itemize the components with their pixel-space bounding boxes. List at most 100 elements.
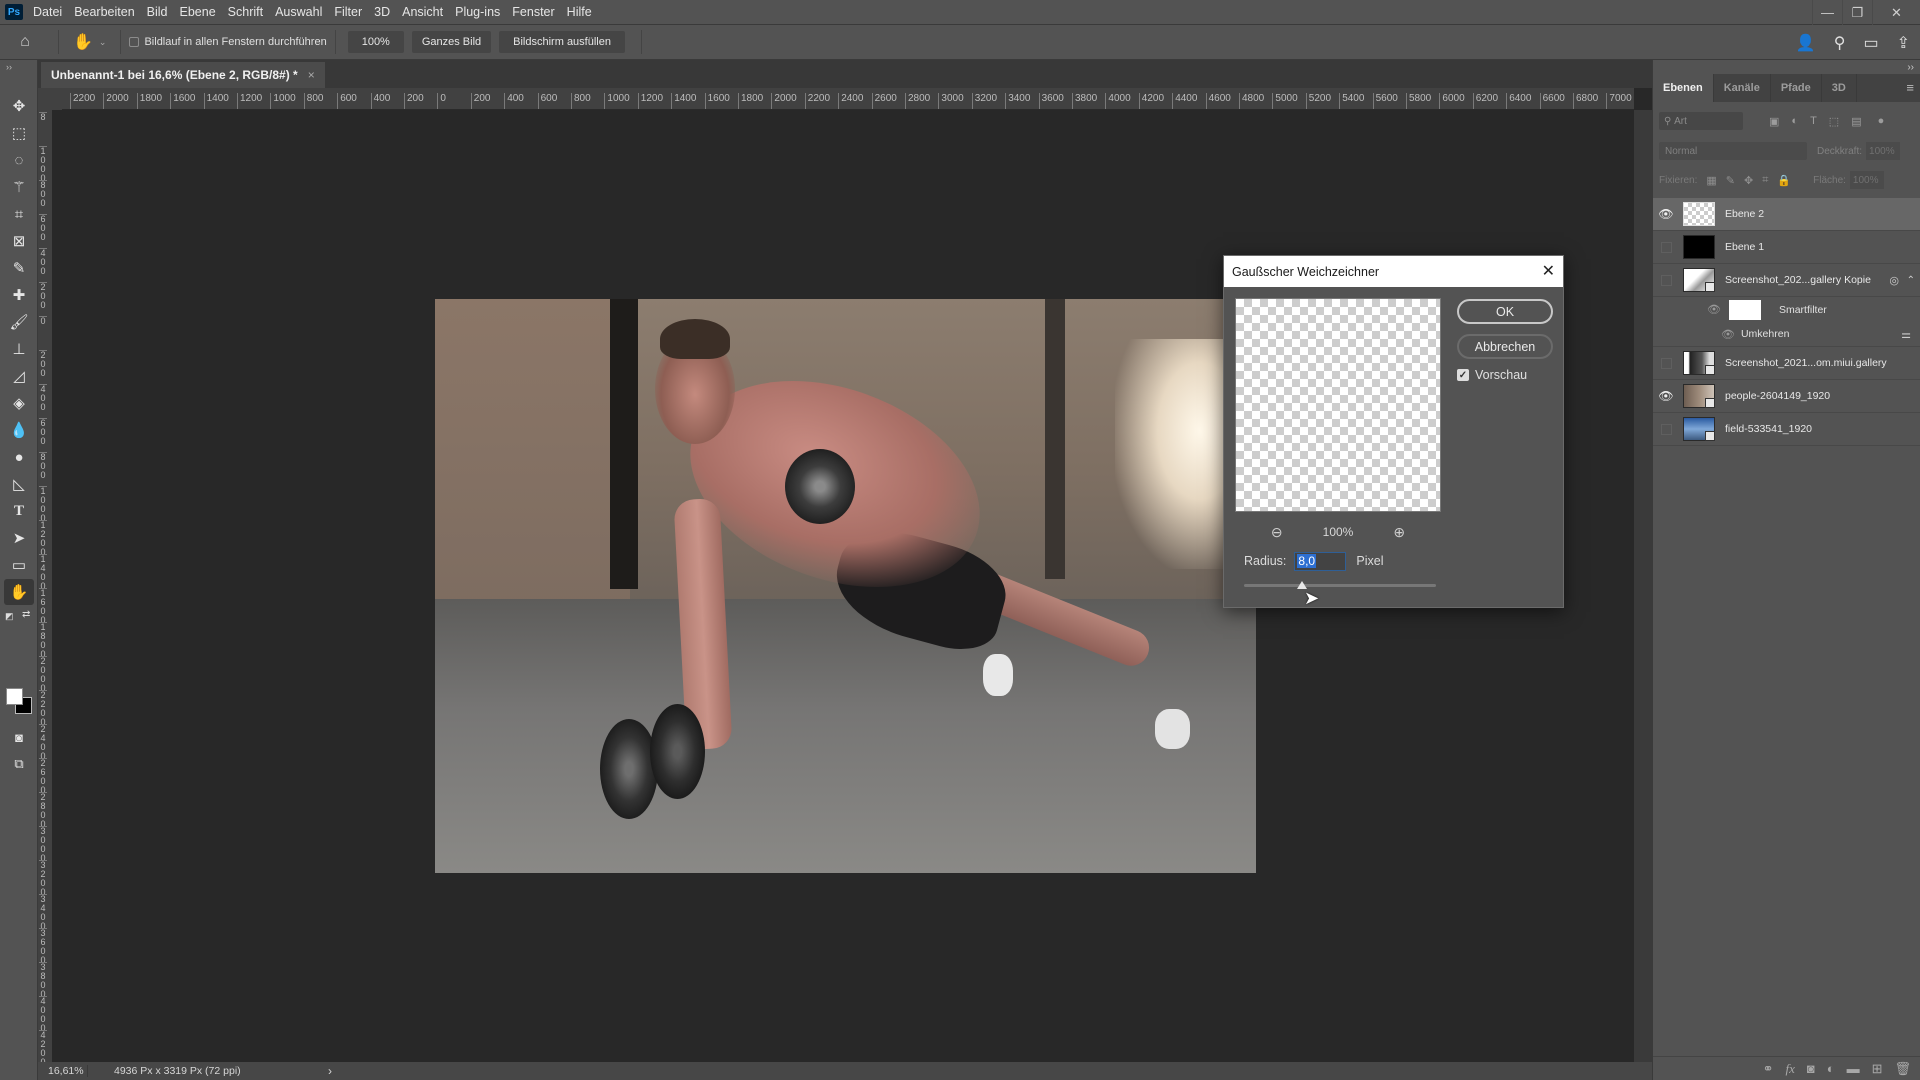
menu-fenster[interactable]: Fenster [512,5,554,19]
layer-row[interactable]: 👁 people-2604149_1920 [1653,380,1920,413]
ok-button[interactable]: OK [1457,299,1553,324]
visibility-eye-icon[interactable]: 👁 [1721,328,1735,341]
home-icon[interactable]: ⌂ [0,33,50,51]
pixel-filter-icon[interactable]: ▣ [1769,115,1779,128]
opacity-input[interactable]: 100% [1866,142,1901,160]
horizontal-ruler[interactable]: 2200 2000 1800 1600 1400 1200 1000 800 600 400 200… [62,88,1634,110]
screen-mode-icon[interactable]: ⧉ [4,751,34,777]
search-icon[interactable]: ⚲ [1834,33,1846,53]
vertical-ruler[interactable]: 8 1000 800 600 400 200 0 200 400 600 800 1000 1200 14… [38,110,52,1062]
frame-tool-icon[interactable]: ⊠ [4,228,34,254]
smart-object-filter-icon[interactable]: ▤ [1851,115,1861,128]
stamp-tool-icon[interactable]: ⊥ [4,336,34,362]
lasso-tool-icon[interactable]: ◌ [4,147,34,173]
collapse-effects-icon[interactable]: ⌃ [1907,275,1915,286]
foreground-color-swatch[interactable] [6,688,23,705]
lock-pixels-icon[interactable]: ✎ [1726,174,1735,187]
path-selection-tool-icon[interactable]: ➤ [4,525,34,551]
blur-preview[interactable] [1235,298,1441,512]
menu-filter[interactable]: Filter [334,5,362,19]
fx-icon[interactable]: fx [1785,1061,1794,1077]
link-layers-icon[interactable]: ⚭ [1763,1061,1774,1077]
lock-all-icon[interactable]: 🔒 [1777,174,1791,187]
paint-bucket-tool-icon[interactable]: ◈ [4,390,34,416]
smart-filters-row[interactable]: 👁 Smartfilter [1653,297,1920,322]
minimize-button[interactable]: — [1812,0,1842,25]
layer-row[interactable]: Screenshot_202...gallery Kopie ◎ ⌃ [1653,264,1920,297]
status-zoom[interactable]: 16,61% [38,1065,88,1077]
document-tab[interactable]: Unbenannt-1 bei 16,6% (Ebene 2, RGB/8#) … [41,62,325,88]
adjustment-filter-icon[interactable]: ◐ [1791,115,1798,127]
tab-pfade[interactable]: Pfade [1771,74,1822,102]
zoom-100-button[interactable]: 100% [347,31,404,53]
blend-mode-select[interactable]: Normal [1659,142,1807,160]
expand-toolbar-icon[interactable]: ›› [6,62,12,72]
lock-position-icon[interactable]: ✥ [1744,174,1753,187]
swap-colors-icon[interactable]: ⇄ [22,609,30,620]
adjustment-layer-icon[interactable]: ◐ [1827,1061,1835,1076]
hand-tool-icon[interactable]: ✋ [4,579,34,605]
visibility-toggle[interactable] [1653,423,1679,435]
new-group-icon[interactable]: ▬ [1847,1061,1860,1076]
menu-3d[interactable]: 3D [374,5,390,19]
tab-kanaele[interactable]: Kanäle [1714,74,1771,102]
move-tool-icon[interactable]: ✥ [4,93,34,119]
brush-tool-icon[interactable]: 🖌 [4,309,34,335]
menu-ansicht[interactable]: Ansicht [402,5,443,19]
dodge-tool-icon[interactable]: ● [4,444,34,470]
fill-screen-button[interactable]: Bildschirm ausfüllen [499,31,625,53]
dialog-title-bar[interactable]: Gaußscher Weichzeichner ✕ [1224,256,1563,287]
menu-ebene[interactable]: Ebene [180,5,216,19]
type-filter-icon[interactable]: T [1810,115,1817,127]
collapse-panel-icon[interactable]: ›› [1907,62,1914,73]
menu-datei[interactable]: Datei [33,5,62,19]
visibility-toggle[interactable] [1653,241,1679,253]
close-window-button[interactable]: ✕ [1872,0,1920,25]
tab-ebenen[interactable]: Ebenen [1653,74,1714,102]
blur-tool-icon[interactable]: 💧 [4,417,34,443]
tab-3d[interactable]: 3D [1822,74,1857,102]
eraser-tool-icon[interactable]: ◿ [4,363,34,389]
add-mask-icon[interactable]: ◙ [1807,1061,1815,1076]
zoom-out-icon[interactable]: ⊖ [1271,524,1283,541]
filter-blending-options-icon[interactable]: ⚌ [1901,328,1911,341]
quick-mask-icon[interactable]: ◙ [4,724,34,750]
pen-tool-icon[interactable]: ◺ [4,471,34,497]
fit-screen-button[interactable]: Ganzes Bild [411,31,492,53]
menu-hilfe[interactable]: Hilfe [567,5,592,19]
visibility-toggle[interactable] [1653,274,1679,286]
marquee-tool-icon[interactable]: ⬚ [4,120,34,146]
healing-brush-tool-icon[interactable]: ✚ [4,282,34,308]
zoom-in-icon[interactable]: ⊕ [1393,524,1405,541]
radius-slider[interactable] [1244,581,1436,589]
visibility-eye-icon[interactable]: 👁 [1653,389,1679,403]
close-icon[interactable]: ✕ [1542,261,1555,281]
layer-row[interactable]: 👁 Ebene 2 [1653,198,1920,231]
lock-transparency-icon[interactable]: ▦ [1706,174,1716,187]
workspace-icon[interactable]: ▭ [1863,33,1878,53]
eyedropper-tool-icon[interactable]: ✎ [4,255,34,281]
default-colors-icon[interactable]: ◩ [5,611,14,622]
hand-tool-preset[interactable]: ✋ ⌄ [73,32,106,52]
layer-row[interactable]: field-533541_1920 [1653,413,1920,446]
fill-input[interactable]: 100% [1849,171,1884,189]
ruler-origin[interactable] [38,88,62,110]
menu-bild[interactable]: Bild [147,5,168,19]
restore-button[interactable]: ❐ [1842,0,1872,25]
menu-schrift[interactable]: Schrift [228,5,263,19]
close-tab-icon[interactable]: × [308,68,315,82]
visibility-eye-icon[interactable]: 👁 [1707,303,1721,316]
document-image[interactable] [435,299,1256,873]
new-layer-icon[interactable]: ⊞ [1872,1061,1883,1077]
magic-wand-tool-icon[interactable]: ⚚ [4,174,34,200]
status-menu-arrow[interactable]: › [308,1064,332,1078]
radius-input[interactable]: 8,0 [1294,551,1347,571]
visibility-eye-icon[interactable]: 👁 [1653,207,1679,221]
invite-user-icon[interactable]: 👤 [1796,33,1816,53]
layer-row[interactable]: Screenshot_2021...om.miui.gallery [1653,347,1920,380]
layer-row[interactable]: Ebene 1 [1653,231,1920,264]
share-icon[interactable]: ⇪ [1897,33,1910,53]
crop-tool-icon[interactable]: ⌗ [4,201,34,227]
lock-artboard-icon[interactable]: ⌗ [1762,174,1768,187]
scroll-all-windows-checkbox[interactable]: Bildlauf in allen Fenstern durchführen [129,36,327,48]
